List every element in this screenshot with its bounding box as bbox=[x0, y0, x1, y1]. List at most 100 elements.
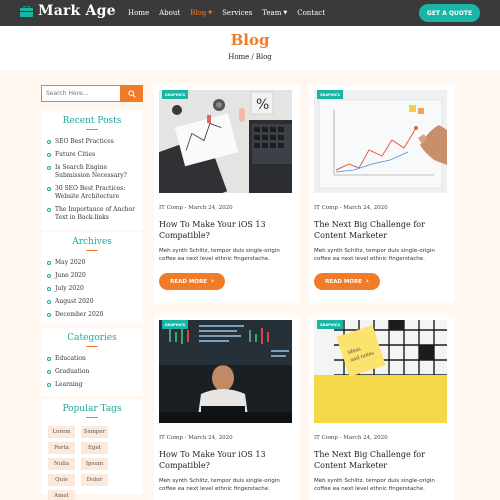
recent-posts-title: Recent Posts bbox=[62, 116, 122, 126]
bullet-icon bbox=[47, 370, 51, 374]
archive-label: December 2020 bbox=[55, 311, 104, 318]
archives-widget: Archives May 2020 June 2020 July 2020 Au… bbox=[41, 232, 143, 323]
chevron-right-icon: › bbox=[210, 277, 214, 285]
breadcrumb: Home / Blog bbox=[0, 53, 500, 61]
recent-post-item[interactable]: Is Search Engine Submission Necessary? bbox=[47, 164, 137, 180]
post-meta: IT Comp - March 24, 2020 bbox=[159, 205, 233, 211]
trader-photo bbox=[159, 320, 292, 423]
category-label: Graduation bbox=[55, 368, 90, 375]
popular-tags-title: Popular Tags bbox=[62, 404, 122, 414]
category-label: Education bbox=[55, 355, 86, 362]
category-badge[interactable]: GRAPHICS bbox=[317, 320, 343, 329]
briefcase-icon bbox=[20, 5, 33, 17]
read-more-button[interactable]: READ MORE › bbox=[159, 273, 225, 290]
bullet-icon bbox=[47, 261, 51, 265]
blog-card: ideas and notes GRAPHICS IT Comp - March… bbox=[309, 315, 455, 500]
desk-photo: % bbox=[159, 90, 292, 193]
recent-post-label: The Importance of Anchor Text in Back-li… bbox=[55, 206, 136, 221]
post-title[interactable]: How To Make Your iOS 13 Compatible? bbox=[159, 219, 295, 241]
archive-item[interactable]: August 2020 bbox=[47, 298, 137, 306]
archive-label: May 2020 bbox=[55, 259, 86, 266]
navbar: Mark Age Home About Blog ▼ Services Team… bbox=[0, 0, 500, 26]
tag-chip[interactable]: Dolor bbox=[81, 474, 108, 486]
archive-item[interactable]: June 2020 bbox=[47, 272, 137, 280]
brand-logo[interactable]: Mark Age bbox=[20, 3, 116, 19]
category-badge[interactable]: GRAPHICS bbox=[162, 320, 188, 329]
category-item[interactable]: Graduation bbox=[47, 368, 137, 376]
post-title[interactable]: How To Make Your iOS 13 Compatible? bbox=[159, 449, 295, 471]
post-image-trader[interactable] bbox=[159, 320, 292, 423]
archive-item[interactable]: December 2020 bbox=[47, 311, 137, 319]
popular-tags-widget: Popular Tags Lorem Semper Porta Eget Nul… bbox=[41, 399, 143, 500]
tag-chip[interactable]: Eget bbox=[81, 442, 108, 454]
nav-team-label: Team bbox=[262, 9, 282, 17]
category-badge[interactable]: GRAPHICS bbox=[162, 90, 188, 99]
nav-contact[interactable]: Contact bbox=[297, 9, 325, 17]
post-image-sticky-note[interactable]: ideas and notes bbox=[314, 320, 447, 423]
caret-down-icon: ▼ bbox=[208, 10, 213, 16]
bullet-icon bbox=[47, 357, 51, 361]
tag-chip[interactable]: Semper bbox=[81, 426, 108, 438]
page-title: Blog bbox=[230, 31, 270, 49]
recent-post-item[interactable]: The Importance of Anchor Text in Back-li… bbox=[47, 206, 137, 222]
tag-chip[interactable]: Nulla bbox=[48, 458, 75, 470]
recent-post-label: Future Cities bbox=[55, 151, 96, 158]
search-input[interactable] bbox=[41, 85, 121, 102]
title-underline bbox=[86, 346, 98, 347]
archive-item[interactable]: July 2020 bbox=[47, 285, 137, 293]
recent-posts-widget: Recent Posts SEO Best Practices Future C… bbox=[41, 111, 143, 230]
bullet-icon bbox=[47, 208, 51, 212]
category-label: Learning bbox=[55, 381, 83, 388]
recent-post-label: SEO Best Practices bbox=[55, 138, 114, 145]
breadcrumb-separator: / bbox=[251, 53, 254, 61]
search-button[interactable] bbox=[121, 85, 143, 102]
page-header: Blog Home / Blog bbox=[0, 26, 500, 70]
archive-item[interactable]: May 2020 bbox=[47, 259, 137, 267]
categories-title: Categories bbox=[67, 333, 117, 343]
read-more-label: READ MORE bbox=[325, 278, 362, 285]
post-meta: IT Comp - March 24, 2020 bbox=[314, 205, 388, 211]
post-excerpt: Meh synth Schlitz, tempor duis single-or… bbox=[159, 248, 280, 262]
recent-post-item[interactable]: 30 SEO Best Practices: Website Architect… bbox=[47, 185, 137, 201]
main-nav: Home About Blog ▼ Services Team ▼ Contac… bbox=[128, 0, 325, 26]
post-image-whiteboard[interactable] bbox=[314, 90, 447, 193]
read-more-button[interactable]: READ MORE › bbox=[314, 273, 380, 290]
category-badge[interactable]: GRAPHICS bbox=[317, 90, 343, 99]
archive-label: July 2020 bbox=[55, 285, 84, 292]
post-image-desk[interactable]: % bbox=[159, 90, 292, 193]
tag-chip[interactable]: Lorem bbox=[48, 426, 75, 438]
tag-chip[interactable]: Porta bbox=[48, 442, 75, 454]
sticky-note-photo: ideas and notes bbox=[314, 320, 447, 423]
recent-post-item[interactable]: Future Cities bbox=[47, 151, 137, 159]
archives-title: Archives bbox=[72, 237, 112, 247]
breadcrumb-home[interactable]: Home bbox=[228, 53, 249, 61]
tag-chip[interactable]: Quis bbox=[48, 474, 75, 486]
whiteboard-photo bbox=[314, 90, 447, 193]
title-underline bbox=[86, 129, 98, 130]
bullet-icon bbox=[47, 383, 51, 387]
post-title[interactable]: The Next Big Challenge for Content Marke… bbox=[314, 449, 450, 471]
archive-label: August 2020 bbox=[55, 298, 94, 305]
category-item[interactable]: Learning bbox=[47, 381, 137, 389]
post-excerpt: Meh synth Schlitz, tempor duis single-or… bbox=[314, 478, 435, 492]
post-title[interactable]: The Next Big Challenge for Content Marke… bbox=[314, 219, 450, 241]
bullet-icon bbox=[47, 140, 51, 144]
recent-post-label: Is Search Engine Submission Necessary? bbox=[55, 164, 127, 179]
bullet-icon bbox=[47, 313, 51, 317]
get-quote-button[interactable]: GET A QUOTE bbox=[419, 4, 480, 22]
nav-blog-label: Blog bbox=[190, 9, 207, 17]
bullet-icon bbox=[47, 274, 51, 278]
tag-chip[interactable]: Amet bbox=[48, 490, 75, 500]
chevron-right-icon: › bbox=[365, 277, 369, 285]
nav-home[interactable]: Home bbox=[128, 9, 149, 17]
category-item[interactable]: Education bbox=[47, 355, 137, 363]
recent-post-item[interactable]: SEO Best Practices bbox=[47, 138, 137, 146]
nav-services[interactable]: Services bbox=[222, 9, 252, 17]
blog-card: % GRAPHICS IT Comp - March 24, 2020 How … bbox=[154, 85, 300, 303]
nav-about[interactable]: About bbox=[159, 9, 180, 17]
tag-chip[interactable]: Ipsum bbox=[81, 458, 108, 470]
blog-card: GRAPHICS IT Comp - March 24, 2020 How To… bbox=[154, 315, 300, 500]
nav-team[interactable]: Team ▼ bbox=[262, 9, 287, 17]
archive-label: June 2020 bbox=[55, 272, 86, 279]
nav-blog[interactable]: Blog ▼ bbox=[190, 9, 212, 17]
